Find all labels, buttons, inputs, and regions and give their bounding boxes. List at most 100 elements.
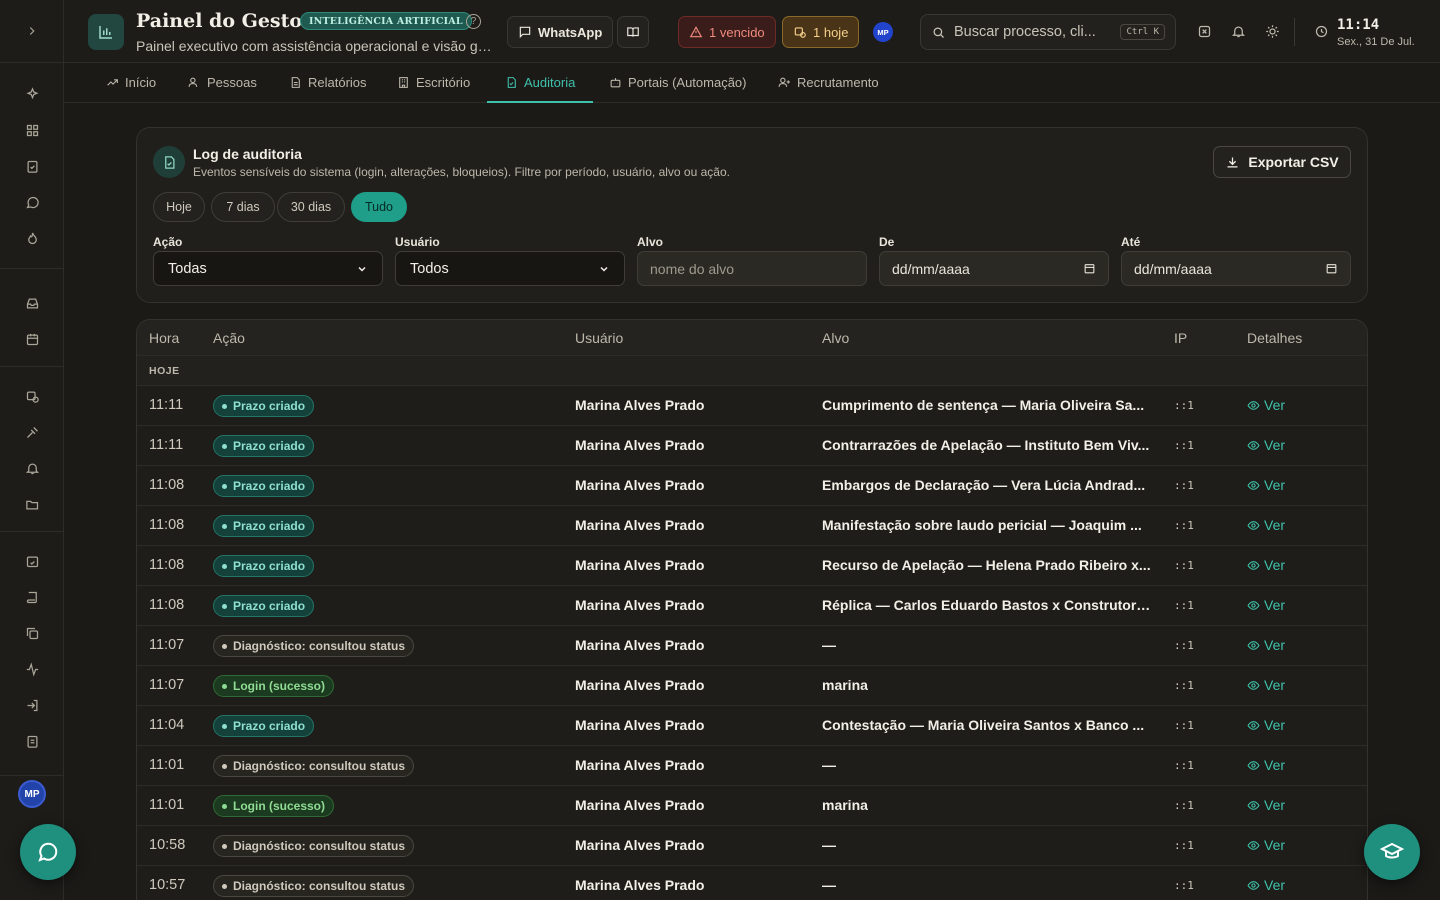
calendar-icon[interactable] [1083, 262, 1096, 275]
table-row[interactable]: 11:08 Prazo criado Marina Alves Prado Embar… [137, 466, 1367, 506]
row-target: Manifestação sobre laudo pericial — Joaq… [822, 517, 1142, 533]
search-input[interactable]: Buscar processo, cli... Ctrl K [920, 14, 1176, 50]
row-time: 11:08 [149, 477, 185, 493]
tab-pessoas[interactable]: Pessoas [186, 63, 259, 102]
tab-inicio[interactable]: Início [104, 63, 158, 102]
whatsapp-button[interactable]: WhatsApp [507, 16, 614, 48]
target-input[interactable]: nome do alvo [637, 251, 867, 286]
clipboard-list-icon[interactable] [22, 731, 42, 751]
guide-button[interactable] [617, 16, 649, 48]
audit-icon [507, 77, 516, 88]
export-csv-button[interactable]: Exportar CSV [1213, 146, 1351, 178]
sparkles-icon[interactable] [22, 84, 42, 104]
table-row[interactable]: 11:08 Prazo criado Marina Alves Prado Recur… [137, 546, 1367, 586]
chevron-down-icon [358, 266, 366, 272]
eye-icon [1247, 880, 1260, 890]
period-hoje[interactable]: Hoje [153, 192, 205, 222]
view-details-link[interactable]: Ver [1247, 517, 1285, 533]
table-row[interactable]: 11:01 Diagnóstico: consultou status Marina… [137, 746, 1367, 786]
table-row[interactable]: 10:57 Diagnóstico: consultou status Marina… [137, 866, 1367, 900]
view-details-link[interactable]: Ver [1247, 877, 1285, 893]
help-icon[interactable]: ? [466, 14, 481, 29]
view-details-link[interactable]: Ver [1247, 797, 1285, 813]
bell-icon[interactable] [22, 458, 42, 478]
activity-icon[interactable] [22, 659, 42, 679]
table-row[interactable]: 11:08 Prazo criado Marina Alves Prado Manif… [137, 506, 1367, 546]
chat-button[interactable] [20, 824, 76, 880]
table-row[interactable]: 10:58 Diagnóstico: consultou status Marina… [137, 826, 1367, 866]
view-details-link[interactable]: Ver [1247, 597, 1285, 613]
view-details-link[interactable]: Ver [1247, 717, 1285, 733]
avatar[interactable]: MP [18, 780, 46, 808]
period-7-dias[interactable]: 7 dias [211, 192, 275, 222]
table-row[interactable]: 11:04 Prazo criado Marina Alves Prado Conte… [137, 706, 1367, 746]
action-badge: Prazo criado [213, 395, 315, 417]
action-badge: Prazo criado [213, 475, 315, 497]
column-acao[interactable]: Ação [213, 330, 245, 346]
log-in-icon[interactable] [22, 695, 42, 715]
column-alvo[interactable]: Alvo [822, 330, 849, 346]
to-date-input[interactable]: dd/mm/aaaa [1121, 251, 1351, 286]
view-details-link[interactable]: Ver [1247, 677, 1285, 693]
table-row[interactable]: 11:07 Diagnóstico: consultou status Marina… [137, 626, 1367, 666]
scroll-icon[interactable] [22, 587, 42, 607]
view-details-link[interactable]: Ver [1247, 757, 1285, 773]
view-details-link[interactable]: Ver [1247, 637, 1285, 653]
tab-portais[interactable]: Portais (Automação) [607, 63, 749, 102]
calendar-check-icon[interactable] [22, 551, 42, 571]
period-tudo[interactable]: Tudo [351, 192, 407, 222]
column-usuario[interactable]: Usuário [575, 330, 623, 346]
view-details-link[interactable]: Ver [1247, 477, 1285, 493]
clipboard-check-icon[interactable] [22, 156, 42, 176]
row-ip: ::1 [1174, 519, 1194, 532]
tab-auditoria[interactable]: Auditoria [486, 63, 594, 103]
grid-icon[interactable] [22, 120, 42, 140]
action-badge: Diagnóstico: consultou status [213, 835, 415, 857]
folder-open-icon[interactable] [22, 494, 42, 514]
inbox-icon[interactable] [22, 293, 42, 313]
calendar-clock-icon[interactable] [22, 386, 42, 406]
view-details-link[interactable]: Ver [1247, 837, 1285, 853]
tutorial-button[interactable] [1364, 824, 1420, 880]
table-row[interactable]: 11:11 Prazo criado Marina Alves Prado Cumpr… [137, 386, 1367, 426]
bell-icon[interactable] [1229, 22, 1247, 40]
row-user: Marina Alves Prado [575, 477, 705, 493]
from-date-input[interactable]: dd/mm/aaaa [879, 251, 1109, 286]
row-target: marina [822, 797, 868, 813]
view-details-link[interactable]: Ver [1247, 557, 1285, 573]
gavel-icon[interactable] [22, 422, 42, 442]
message-icon[interactable] [22, 192, 42, 212]
period-30-dias[interactable]: 30 dias [277, 192, 345, 222]
copy-icon[interactable] [22, 623, 42, 643]
calendar-icon[interactable] [1325, 262, 1338, 275]
user-select[interactable]: Todos [395, 251, 625, 286]
close-square-icon[interactable] [1195, 22, 1213, 40]
action-badge: Diagnóstico: consultou status [213, 875, 415, 897]
table-row[interactable]: 11:08 Prazo criado Marina Alves Prado Répli… [137, 586, 1367, 626]
table-row[interactable]: 11:07 Login (sucesso) Marina Alves Prado ma… [137, 666, 1367, 706]
view-details-link[interactable]: Ver [1247, 437, 1285, 453]
column-hora[interactable]: Hora [149, 330, 179, 346]
tab-relatorios[interactable]: Relatórios [287, 63, 369, 102]
to-filter-label: Até [1121, 235, 1141, 249]
tab-recrutamento[interactable]: Recrutamento [776, 63, 881, 102]
tab-escritorio[interactable]: Escritório [395, 63, 472, 102]
user-plus-icon [778, 77, 790, 87]
overdue-button[interactable]: 1 vencido [678, 16, 776, 48]
sidebar-toggle[interactable] [0, 0, 63, 63]
flame-icon[interactable] [22, 228, 42, 248]
user-badge[interactable]: MP [873, 22, 893, 42]
column-ip[interactable]: IP [1174, 330, 1187, 346]
view-details-link[interactable]: Ver [1247, 397, 1285, 413]
calendar-icon[interactable] [22, 329, 42, 349]
table-row[interactable]: 11:01 Login (sucesso) Marina Alves Prado ma… [137, 786, 1367, 826]
sun-icon[interactable] [1263, 22, 1281, 40]
column-detalhes[interactable]: Detalhes [1247, 330, 1302, 346]
eye-icon [1247, 600, 1260, 610]
today-button[interactable]: 1 hoje [782, 16, 860, 48]
row-time: 11:11 [149, 397, 184, 413]
table-header: Hora Ação Usuário Alvo IP Detalhes [137, 320, 1367, 356]
users-icon [188, 77, 198, 87]
table-row[interactable]: 11:11 Prazo criado Marina Alves Prado Contr… [137, 426, 1367, 466]
action-select[interactable]: Todas [153, 251, 383, 286]
